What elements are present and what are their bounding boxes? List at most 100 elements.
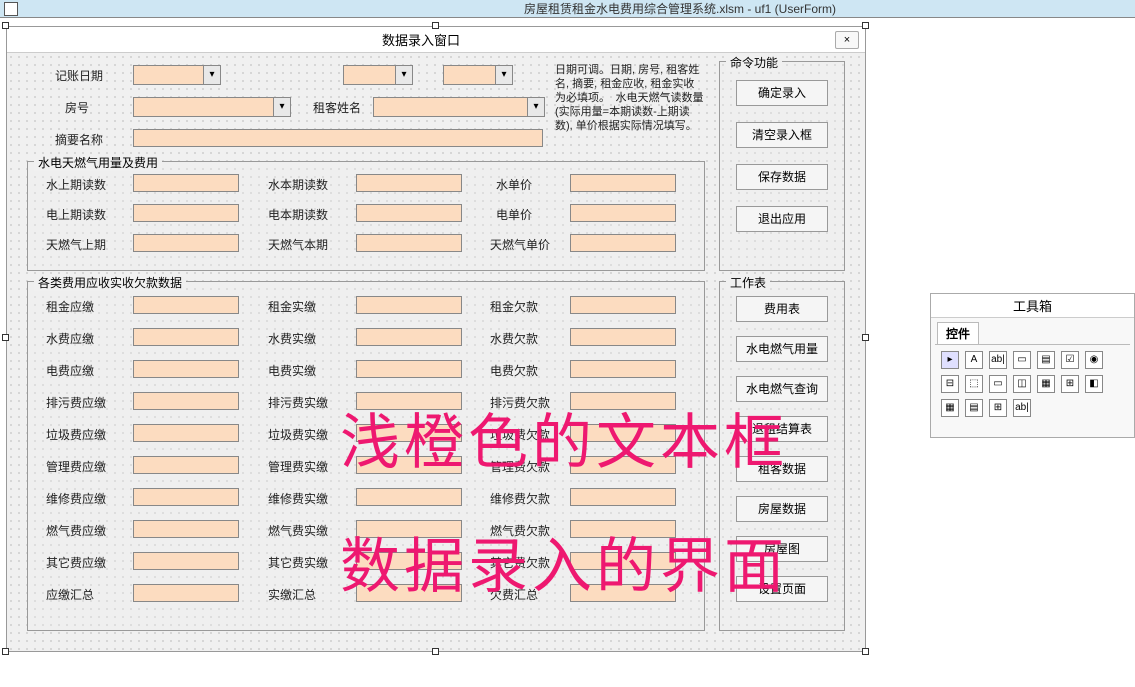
toolbox-control-icon[interactable]: ▭ — [1013, 351, 1031, 369]
input-water-cur[interactable] — [356, 174, 462, 192]
fee-input-owed-1[interactable] — [570, 328, 676, 346]
fee-input-paid-0[interactable] — [356, 296, 462, 314]
btn-sheet-usage[interactable]: 水电燃气用量 — [736, 336, 828, 362]
btn-sheet-floorplan[interactable]: 房屋图 — [736, 536, 828, 562]
toolbox-tab-controls[interactable]: 控件 — [937, 322, 979, 344]
resize-handle[interactable] — [862, 334, 869, 341]
fee-input-owed-3[interactable] — [570, 392, 676, 410]
btn-sheet-query[interactable]: 水电燃气查询 — [736, 376, 828, 402]
fee-input-due-4[interactable] — [133, 424, 239, 442]
resize-handle[interactable] — [2, 648, 9, 655]
label-water-cur: 水本期读数 — [268, 176, 328, 193]
input-gas-prev[interactable] — [133, 234, 239, 252]
toolbox-control-icon[interactable]: A — [965, 351, 983, 369]
fee-label-0-1: 租金实缴 — [268, 298, 316, 315]
toolbox-control-icon[interactable]: ◧ — [1085, 375, 1103, 393]
toolbox-control-icon[interactable]: ⊟ — [941, 375, 959, 393]
fee-input-paid-3[interactable] — [356, 392, 462, 410]
resize-handle[interactable] — [432, 648, 439, 655]
fee-input-due-8[interactable] — [133, 552, 239, 570]
toolbox-control-icon[interactable]: ▤ — [1037, 351, 1055, 369]
fee-input-paid-2[interactable] — [356, 360, 462, 378]
label-summary: 摘要名称 — [55, 131, 103, 148]
label-gas-price: 天燃气单价 — [490, 236, 550, 253]
fee-input-due-1[interactable] — [133, 328, 239, 346]
toolbox-control-icon[interactable]: ▸ — [941, 351, 959, 369]
input-elec-price[interactable] — [570, 204, 676, 222]
close-icon[interactable]: × — [835, 31, 859, 49]
fee-input-owed-7[interactable] — [570, 520, 676, 538]
resize-handle[interactable] — [432, 22, 439, 29]
fee-input-owed-6[interactable] — [570, 488, 676, 506]
btn-sheet-houses[interactable]: 房屋数据 — [736, 496, 828, 522]
input-water-prev[interactable] — [133, 174, 239, 192]
combo-room[interactable] — [133, 97, 291, 117]
toolbox-control-icon[interactable]: ▭ — [989, 375, 1007, 393]
fee-input-owed-5[interactable] — [570, 456, 676, 474]
fee-input-due-5[interactable] — [133, 456, 239, 474]
toolbox-control-icon[interactable]: ⊞ — [989, 399, 1007, 417]
fee-input-paid-8[interactable] — [356, 552, 462, 570]
fee-input-owed-2[interactable] — [570, 360, 676, 378]
frame-utility-title: 水电天燃气用量及费用 — [34, 154, 162, 171]
toolbox-control-icon[interactable]: ab| — [1013, 399, 1031, 417]
btn-exit[interactable]: 退出应用 — [736, 206, 828, 232]
toolbox-control-icon[interactable]: ▤ — [965, 399, 983, 417]
toolbox-control-icon[interactable]: ☑ — [1061, 351, 1079, 369]
resize-handle[interactable] — [2, 22, 9, 29]
toolbox-control-icon[interactable]: ◉ — [1085, 351, 1103, 369]
fee-input-due-0[interactable] — [133, 296, 239, 314]
fee-label-3-2: 排污费欠款 — [490, 394, 550, 411]
input-gas-price[interactable] — [570, 234, 676, 252]
fee-input-paid-4[interactable] — [356, 424, 462, 442]
combo-month[interactable] — [343, 65, 413, 85]
fee-label-9-0: 应缴汇总 — [46, 586, 94, 603]
toolbox-control-icon[interactable]: ⬚ — [965, 375, 983, 393]
toolbox-title[interactable]: 工具箱 — [931, 294, 1134, 318]
combo-year[interactable] — [133, 65, 221, 85]
input-elec-cur[interactable] — [356, 204, 462, 222]
resize-handle[interactable] — [862, 22, 869, 29]
fee-input-due-7[interactable] — [133, 520, 239, 538]
fee-input-paid-6[interactable] — [356, 488, 462, 506]
form-title: 数据录入窗口 — [7, 30, 835, 49]
btn-confirm[interactable]: 确定录入 — [736, 80, 828, 106]
toolbox-control-icon[interactable]: ▦ — [941, 399, 959, 417]
fee-input-due-9[interactable] — [133, 584, 239, 602]
combo-day[interactable] — [443, 65, 513, 85]
input-summary[interactable] — [133, 129, 543, 147]
resize-handle[interactable] — [862, 648, 869, 655]
toolbox-control-icon[interactable]: ⊞ — [1061, 375, 1079, 393]
btn-sheet-checkout[interactable]: 退租结算表 — [736, 416, 828, 442]
fee-input-paid-7[interactable] — [356, 520, 462, 538]
fee-input-owed-4[interactable] — [570, 424, 676, 442]
frame-fees-title: 各类费用应收实收欠款数据 — [34, 274, 186, 291]
fee-input-due-6[interactable] — [133, 488, 239, 506]
toolbox-control-icon[interactable]: ▦ — [1037, 375, 1055, 393]
fee-label-1-2: 水费欠款 — [490, 330, 538, 347]
btn-save[interactable]: 保存数据 — [736, 164, 828, 190]
toolbox-control-icon[interactable]: ◫ — [1013, 375, 1031, 393]
btn-sheet-tenants[interactable]: 租客数据 — [736, 456, 828, 482]
fee-input-paid-9[interactable] — [356, 584, 462, 602]
fee-input-owed-0[interactable] — [570, 296, 676, 314]
btn-sheet-settings[interactable]: 设置页面 — [736, 576, 828, 602]
combo-tenant[interactable] — [373, 97, 545, 117]
fee-input-owed-9[interactable] — [570, 584, 676, 602]
btn-clear[interactable]: 清空录入框 — [736, 122, 828, 148]
fee-label-5-2: 管理费欠款 — [490, 458, 550, 475]
input-water-price[interactable] — [570, 174, 676, 192]
fee-input-due-2[interactable] — [133, 360, 239, 378]
input-elec-prev[interactable] — [133, 204, 239, 222]
fee-input-due-3[interactable] — [133, 392, 239, 410]
toolbox-control-icon[interactable]: ab| — [989, 351, 1007, 369]
input-gas-cur[interactable] — [356, 234, 462, 252]
form-titlebar[interactable]: 数据录入窗口 × — [7, 27, 865, 53]
fee-input-paid-5[interactable] — [356, 456, 462, 474]
toolbox-window[interactable]: 工具箱 控件 ▸ Aab| ▭ ▤ ☑ ◉ ⊟ ⬚ ▭ ◫ ▦ ⊞ ◧ ▦ ▤ ⊞ ab| — [930, 293, 1135, 438]
label-water-price: 水单价 — [496, 176, 532, 193]
btn-sheet-fees[interactable]: 费用表 — [736, 296, 828, 322]
resize-handle[interactable] — [2, 334, 9, 341]
fee-input-owed-8[interactable] — [570, 552, 676, 570]
fee-input-paid-1[interactable] — [356, 328, 462, 346]
